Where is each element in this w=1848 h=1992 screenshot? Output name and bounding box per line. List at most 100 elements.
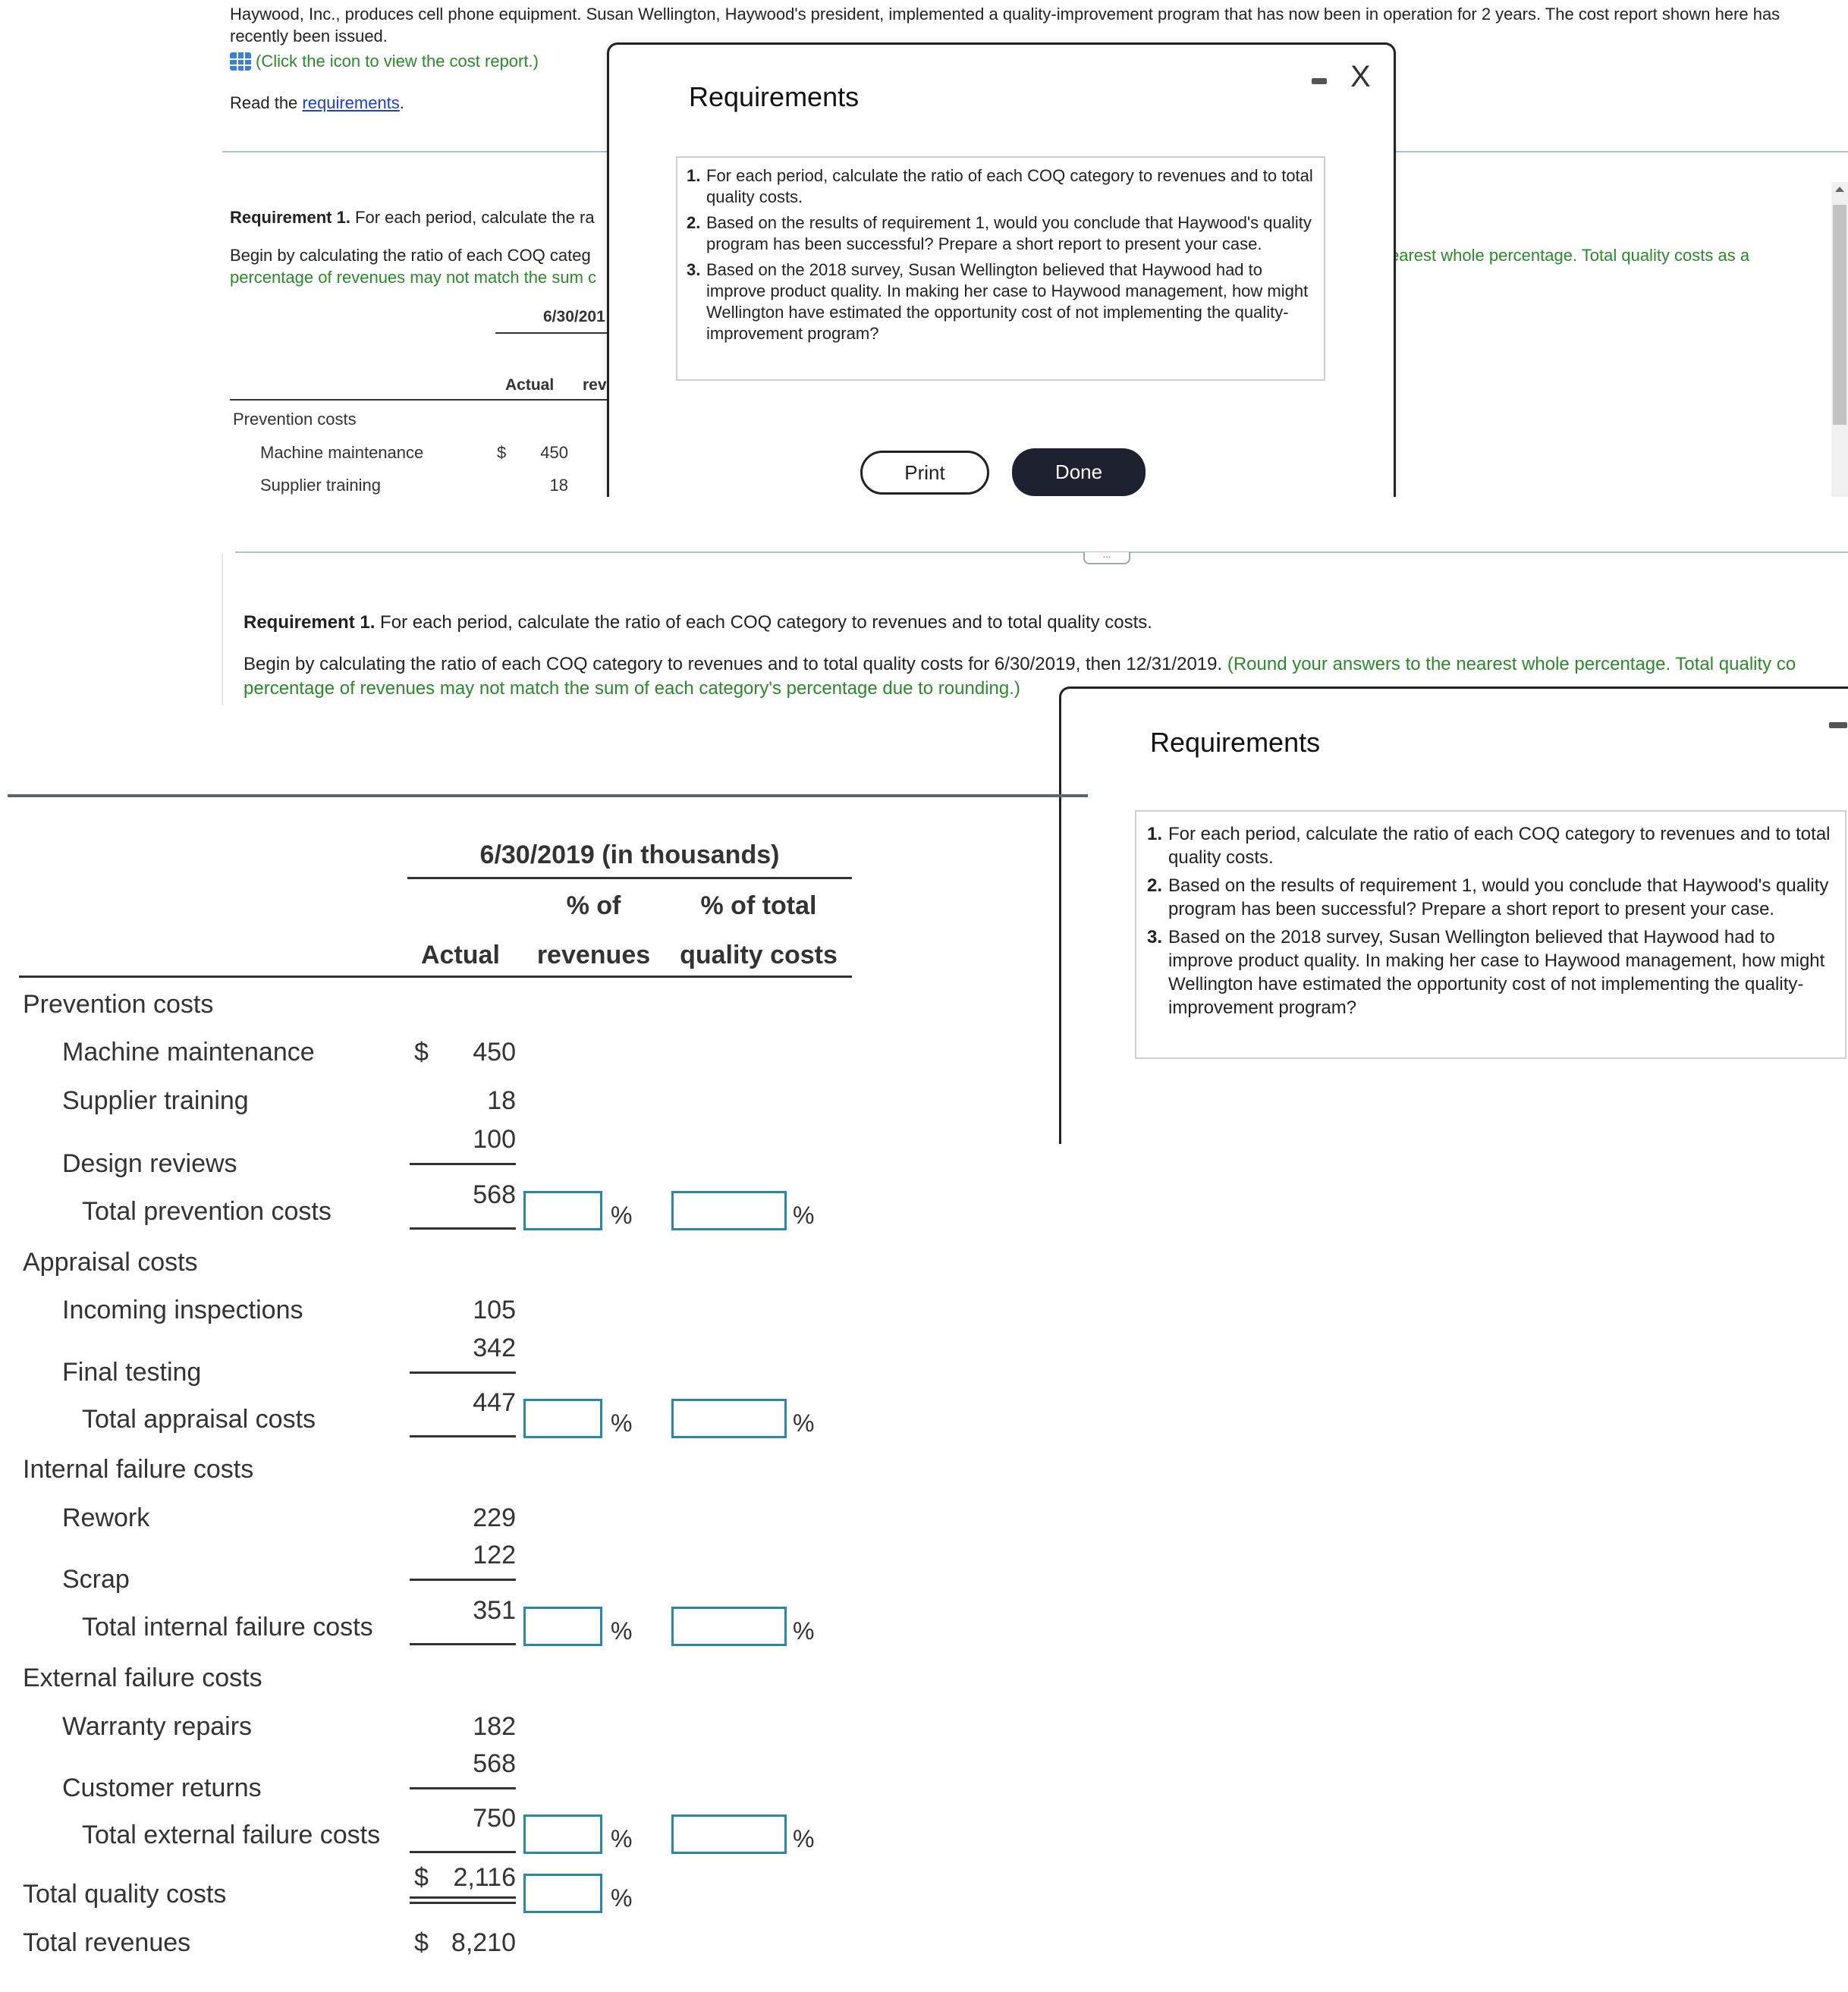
rounding-note-cont: percentage of revenues may not match the… <box>244 678 1020 699</box>
top-begin-text: Begin by calculating the ratio of each C… <box>230 246 591 265</box>
begin-text: Begin by calculating the ratio of each C… <box>244 654 1227 674</box>
total-revenues-label: Total revenues <box>23 1928 191 1957</box>
double-underline-2 <box>410 1902 516 1904</box>
minimize-icon[interactable] <box>1829 722 1847 728</box>
line-item-label: Supplier training <box>62 1086 249 1115</box>
rounding-note: (Round your answers to the nearest whole… <box>1227 654 1796 674</box>
total-underline <box>410 1851 516 1853</box>
clip-mask <box>592 497 1426 550</box>
percent-sign: % <box>793 1825 815 1852</box>
problem-intro: Haywood, Inc., produces cell phone equip… <box>230 3 1838 47</box>
pct-of-revenues-input[interactable] <box>523 1607 602 1646</box>
pct-of-total-quality-input[interactable] <box>671 1399 787 1438</box>
category-total-value: 351 <box>473 1596 516 1625</box>
pct-of-total-quality-input[interactable] <box>671 1191 787 1230</box>
double-underline-1 <box>410 1896 516 1899</box>
category-total-label: Total appraisal costs <box>82 1405 316 1434</box>
line-item-value: 182 <box>473 1712 516 1741</box>
col-total-line2: quality costs <box>680 941 838 969</box>
cost-report-link[interactable]: (Click the icon to view the cost report.… <box>230 50 539 72</box>
top-requirement-heading: Requirement 1. For each period, calculat… <box>230 206 609 228</box>
total-underline <box>410 1643 516 1645</box>
read-requirements: Read the requirements. <box>230 92 404 114</box>
top-green-note-right: earest whole percentage. Total quality c… <box>1394 246 1750 265</box>
item-number: 1. <box>1147 824 1163 844</box>
subtotal-underline <box>410 1787 516 1789</box>
col-actual: Actual <box>421 941 500 969</box>
line-item-label: Warranty repairs <box>62 1712 253 1741</box>
pct-of-revenues-input[interactable] <box>523 1814 602 1854</box>
item-number: 2. <box>687 213 701 232</box>
line-item-label: Final testing <box>62 1358 202 1387</box>
line-item-label: Rework <box>62 1503 150 1532</box>
subtotal-underline <box>410 1163 516 1165</box>
intro-line-1: Haywood, Inc., produces cell phone equip… <box>230 5 1780 24</box>
line-item-label: Design reviews <box>62 1149 237 1178</box>
section-title: Appraisal costs <box>23 1248 198 1277</box>
minimize-icon[interactable] <box>1312 78 1327 84</box>
read-suffix: . <box>399 93 404 112</box>
category-total-value: 750 <box>473 1804 516 1833</box>
requirements-link[interactable]: requirements <box>302 93 399 112</box>
cost-report-link-text[interactable]: (Click the icon to view the cost report.… <box>256 52 539 71</box>
line-item-value: 100 <box>473 1125 516 1154</box>
header-rule <box>19 976 852 978</box>
total-underline <box>410 1435 516 1437</box>
pct-of-total-quality-input[interactable] <box>671 1607 787 1646</box>
total-quality-costs-label: Total quality costs <box>23 1880 227 1909</box>
requirement-item: 3. Based on the 2018 survey, Susan Wellin… <box>687 259 1313 344</box>
divider <box>1394 151 1848 152</box>
done-button[interactable]: Done <box>1012 448 1146 496</box>
read-prefix: Read the <box>230 93 303 112</box>
total-quality-pct-of-revenues-input[interactable] <box>523 1874 602 1913</box>
scroll-thumb[interactable] <box>1833 205 1846 425</box>
section-title: Prevention costs <box>23 990 214 1019</box>
col-revenues-line1: % of <box>566 891 621 920</box>
section-divider <box>235 551 1848 553</box>
total-underline <box>410 1227 516 1230</box>
period-header: 6/30/201 <box>543 308 605 325</box>
section-title: External failure costs <box>23 1664 262 1692</box>
table-grid-icon[interactable] <box>230 52 251 71</box>
section-title: Internal failure costs <box>23 1455 254 1484</box>
cost-of-quality-table: 6/30/2019 (in thousands) % of % of total… <box>0 804 1062 1987</box>
scrollbar[interactable] <box>1831 182 1848 497</box>
print-button[interactable]: Print <box>860 451 989 495</box>
requirement-item: 1. For each period, calculate the ratio o… <box>687 165 1313 208</box>
main-requirement-heading: Requirement 1. For each period, calculat… <box>244 612 1152 633</box>
dialog-title: Requirements <box>1150 727 1321 758</box>
pct-of-revenues-input[interactable] <box>523 1399 602 1438</box>
line-item-label: Scrap <box>62 1565 130 1594</box>
line-item-value: 450 <box>473 1038 516 1067</box>
category-total-value: 447 <box>473 1388 516 1417</box>
item-text: For each period, calculate the ratio of … <box>706 166 1313 206</box>
percent-sign: % <box>611 1617 633 1645</box>
pct-of-total-quality-input[interactable] <box>671 1814 787 1854</box>
col-total-line1: % of total <box>700 891 817 920</box>
total-revenues-value: 8,210 <box>451 1928 516 1957</box>
item-number: 3. <box>1147 927 1163 947</box>
section-title: Prevention costs <box>233 410 357 429</box>
category-total-label: Total external failure costs <box>82 1821 381 1849</box>
pct-of-revenues-input[interactable] <box>523 1191 602 1230</box>
line-item-value: 105 <box>473 1296 516 1324</box>
actual-header: Actual <box>505 376 555 394</box>
percent-sign: % <box>611 1825 633 1852</box>
item-text: Based on the results of requirement 1, w… <box>706 213 1312 253</box>
line-item-value: 18 <box>487 1086 516 1115</box>
requirement-item: 1. For each period, calculate the ratio o… <box>1147 822 1834 869</box>
row-value: 18 <box>549 476 568 495</box>
requirements-dialog-2: Requirements 1. For each period, calculat… <box>1059 687 1848 1144</box>
row-label: Machine maintenance <box>260 443 424 462</box>
row-label: Supplier training <box>260 476 381 495</box>
item-text: Based on the 2018 survey, Susan Wellingt… <box>1168 927 1825 1018</box>
divider <box>222 151 609 152</box>
close-icon[interactable]: X <box>1350 61 1371 92</box>
drag-handle[interactable]: ... <box>1083 550 1130 564</box>
percent-sign: % <box>611 1202 633 1229</box>
dialog-title: Requirements <box>689 81 860 112</box>
scroll-up-icon[interactable] <box>1835 187 1844 192</box>
subtotal-underline <box>410 1579 516 1581</box>
item-text: For each period, calculate the ratio of … <box>1168 824 1831 868</box>
total-quality-costs-value: 2,116 <box>453 1863 516 1892</box>
